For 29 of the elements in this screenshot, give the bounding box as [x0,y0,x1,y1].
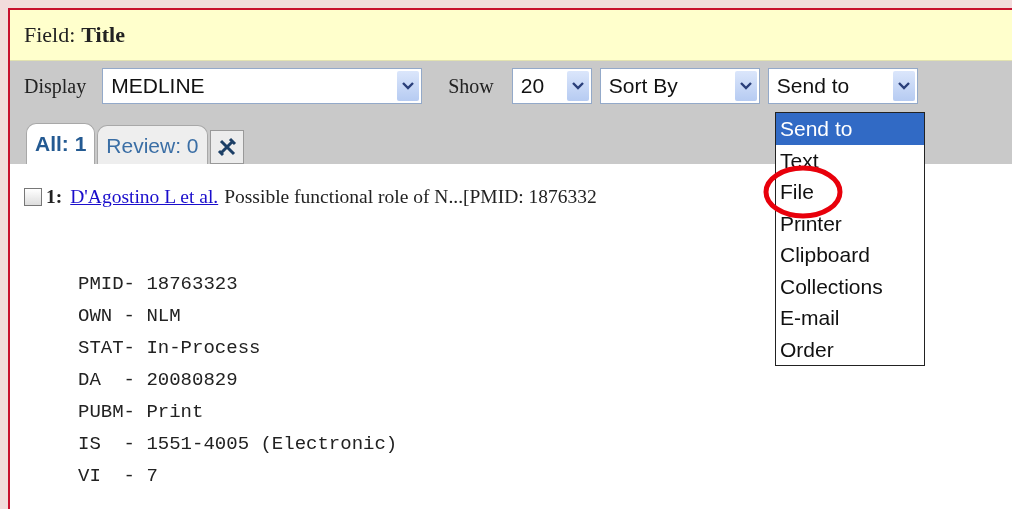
dropdown-option[interactable]: Printer [776,207,924,239]
dropdown-option[interactable]: File [776,176,924,208]
dropdown-option[interactable]: Send to [776,113,924,145]
result-summary: Possible functional role of N...[PMID: 1876332 [224,186,597,208]
record-line: VI - 7 [78,464,158,489]
display-label: Display [24,74,87,98]
field-label: Field: [24,22,76,48]
tab[interactable]: Review: 0 [97,125,208,164]
dropdown-option[interactable]: Clipboard [776,239,924,271]
record-line: OWN - NLM [78,304,181,329]
record-line: DA - 20080829 [78,368,238,393]
sort-select[interactable]: Sort By [599,68,760,104]
record-line: IS - 1551-4005 (Electronic) [78,432,398,457]
record-line: PUBM- Print [78,400,204,425]
send-to-select[interactable]: Send to [767,68,918,104]
record-line: PMID- 18763323 [78,272,238,297]
checkbox[interactable] [24,188,42,206]
show-label: Show [448,74,494,98]
record-line: STAT- In-Process [78,336,261,361]
show-select[interactable]: 20 [511,68,592,104]
result-number: 1: [46,186,63,208]
authors-link[interactable]: D'Agostino L et al. [70,186,219,208]
dropdown-option[interactable]: Collections [776,270,924,302]
field-value: Title [81,22,125,48]
tools-icon[interactable] [209,130,244,164]
dropdown-option[interactable]: E-mail [776,302,924,334]
tab[interactable]: All: 1 [26,123,96,164]
dropdown-option[interactable]: Order [776,333,924,365]
display-select[interactable]: MEDLINE [102,68,423,104]
